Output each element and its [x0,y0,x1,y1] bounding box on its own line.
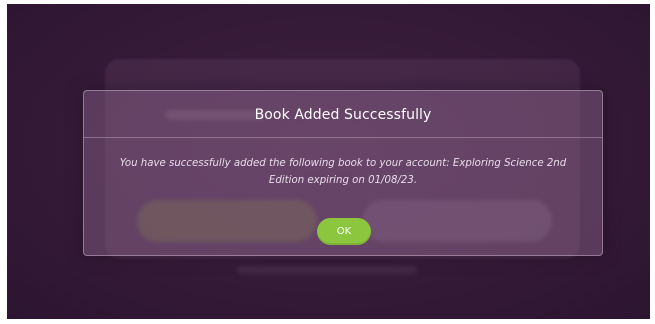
success-dialog: Book Added Successfully You have success… [83,90,603,256]
background-blurred-text [237,266,417,274]
app-screen: Book Added Successfully You have success… [7,4,650,319]
ok-button[interactable]: OK [317,218,371,245]
dialog-divider [84,137,602,138]
dialog-title: Book Added Successfully [254,107,432,123]
dialog-message: You have successfully added the followin… [119,158,567,186]
